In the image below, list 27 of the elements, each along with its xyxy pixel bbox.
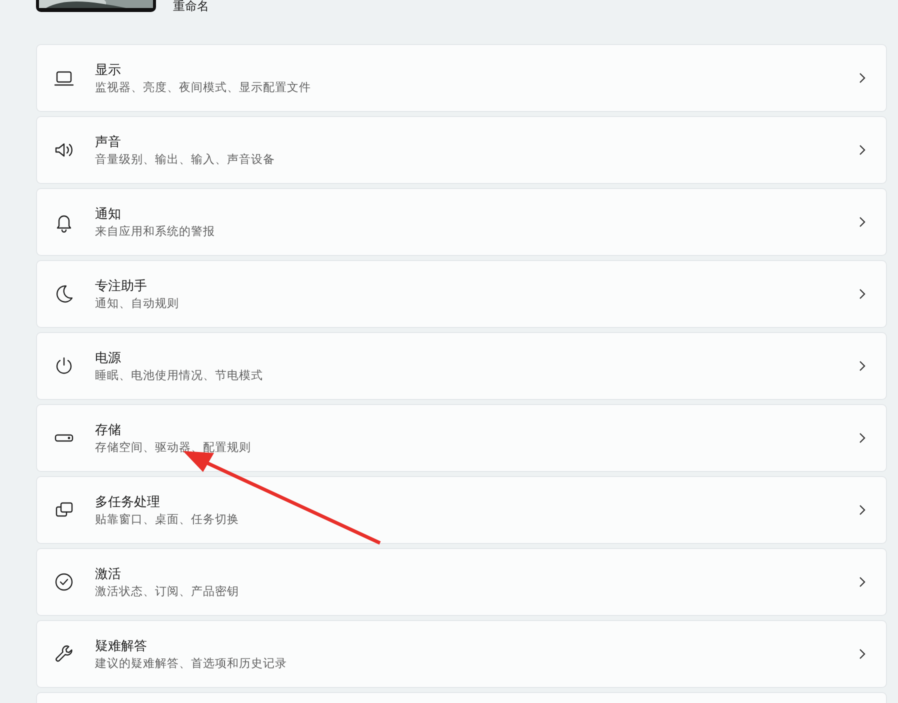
setting-description: 通知、自动规则: [95, 294, 179, 310]
setting-description: 音量级别、输出、输入、声音设备: [95, 150, 275, 166]
settings-row[interactable]: 专注助手 通知、自动规则: [36, 260, 887, 328]
setting-title: 声音: [95, 134, 122, 150]
setting-description: 激活状态、订阅、产品密钥: [95, 582, 239, 598]
settings-row[interactable]: 激活 激活状态、订阅、产品密钥: [36, 548, 887, 616]
setting-title: 存储: [95, 422, 122, 438]
setting-title: 激活: [95, 566, 122, 582]
setting-description: 来自应用和系统的警报: [95, 222, 215, 238]
setting-title: 通知: [95, 206, 122, 222]
settings-row[interactable]: 通知 来自应用和系统的警报: [36, 188, 887, 256]
setting-title: 显示: [95, 62, 122, 78]
check-circle-icon: [53, 571, 75, 593]
setting-title: 电源: [95, 350, 122, 366]
setting-description: 贴靠窗口、桌面、任务切换: [95, 510, 239, 526]
settings-row[interactable]: 电源 睡眠、电池使用情况、节电模式: [36, 332, 887, 400]
settings-row[interactable]: 声音 音量级别、输出、输入、声音设备: [36, 116, 887, 184]
settings-row[interactable]: 多任务处理 贴靠窗口、桌面、任务切换: [36, 476, 887, 544]
settings-row[interactable]: 疑难解答 建议的疑难解答、首选项和历史记录: [36, 620, 887, 688]
setting-description: 睡眠、电池使用情况、节电模式: [95, 366, 263, 382]
rename-link[interactable]: 重命名: [173, 0, 209, 13]
settings-row[interactable]: 显示 监视器、亮度、夜间模式、显示配置文件: [36, 44, 887, 112]
setting-description: 建议的疑难解答、首选项和历史记录: [95, 654, 287, 670]
setting-title: 多任务处理: [95, 494, 161, 510]
setting-title: 专注助手: [95, 278, 148, 294]
setting-description: 监视器、亮度、夜间模式、显示配置文件: [95, 78, 311, 94]
setting-title: 疑难解答: [95, 638, 148, 654]
